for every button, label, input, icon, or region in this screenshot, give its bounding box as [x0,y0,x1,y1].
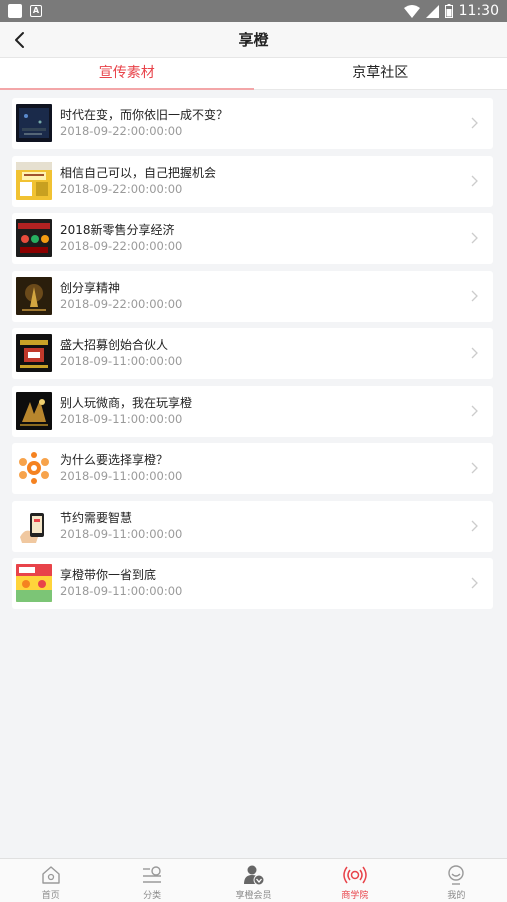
article-date: 2018-09-22:00:00:00 [60,296,183,311]
list-item[interactable]: 时代在变，而你依旧一成不变？ 2018-09-22:00:00:00 [12,98,493,149]
article-thumbnail [16,161,52,200]
chevron-right-icon [471,232,478,244]
article-date: 2018-09-11:00:00:00 [60,584,183,598]
article-title: 2018新零售分享经济 [60,223,175,237]
article-date: 2018-09-11:00:00:00 [60,411,183,426]
home-icon [42,866,60,884]
article-title: 为什么要选择享橙？ [60,453,169,467]
article-thumbnail [16,564,52,602]
app-notification-icon: A [30,5,42,17]
tabbar-item-category[interactable]: 分类 [101,859,202,902]
tabbar-item-profile[interactable]: 我的 [406,859,507,902]
article-title: 时代在变，而你依旧一成不变？ [60,108,229,122]
bottom-tab-bar: 首页 分类 享橙会员 商学院 我的 [0,858,507,902]
broadcast-icon [343,866,367,884]
article-list: 时代在变，而你依旧一成不变？ 2018-09-22:00:00:00 相信自己可… [12,98,493,616]
chevron-right-icon [471,577,478,589]
list-item[interactable]: 相信自己可以，自己把握机会 2018-09-22:00:00:00 [12,155,493,207]
list-item[interactable]: 别人玩微商，我在玩享橙 2018-09-11:00:00:00 [12,385,493,437]
battery-icon [444,4,453,18]
tab-community[interactable]: 京草社区 [254,58,507,89]
tabbar-label: 享橙会员 [235,891,272,901]
chevron-right-icon [471,405,478,416]
article-date: 2018-09-11:00:00:00 [60,526,183,541]
tabbar-label: 我的 [447,891,466,901]
clock-time: 11:30 [458,3,499,19]
list-item[interactable]: 享橙带你一省到底 2018-09-11:00:00:00 [12,558,493,609]
tab-promo-materials[interactable]: 宣传素材 [0,58,254,90]
status-bar: A 11:30 [0,0,507,22]
list-item[interactable]: 节约需要智慧 2018-09-11:00:00:00 [12,500,493,552]
list-item[interactable]: 2018新零售分享经济 2018-09-22:00:00:00 [12,213,493,264]
chevron-right-icon [471,290,478,301]
status-indicators: 11:30 [403,2,499,20]
article-thumbnail [16,219,52,257]
article-thumbnail [16,449,52,487]
article-date: 2018-09-22:00:00:00 [60,124,183,138]
member-icon [243,865,265,886]
tabbar-item-academy[interactable]: 商学院 [304,859,405,902]
chevron-right-icon [471,520,478,531]
article-title: 享橙带你一省到底 [60,568,157,582]
article-date: 2018-09-22:00:00:00 [60,181,183,196]
article-date: 2018-09-22:00:00:00 [60,239,183,253]
article-title: 相信自己可以，自己把握机会 [60,165,217,180]
article-title: 节约需要智慧 [60,510,133,525]
list-item[interactable]: 创分享精神 2018-09-22:00:00:00 [12,270,493,322]
list-item[interactable]: 为什么要选择享橙？ 2018-09-11:00:00:00 [12,443,493,494]
chevron-right-icon [471,462,478,474]
page-title: 享橙 [238,31,269,49]
chevron-right-icon [471,175,478,186]
tabbar-label: 分类 [143,891,162,901]
tabbar-item-home[interactable]: 首页 [0,859,101,902]
article-thumbnail [16,506,52,545]
category-icon [143,866,162,883]
profile-icon [448,865,465,885]
tabbar-label: 首页 [41,891,60,901]
list-item[interactable]: 盛大招募创始合伙人 2018-09-11:00:00:00 [12,328,493,379]
signal-icon [425,4,439,18]
chevron-right-icon [471,117,478,129]
notification-icon [8,4,22,18]
tabbar-item-member[interactable]: 享橙会员 [203,859,304,902]
nav-bar: 享橙 [0,22,507,58]
article-title: 别人玩微商，我在玩享橙 [60,395,193,410]
article-date: 2018-09-11:00:00:00 [60,469,183,483]
article-thumbnail [16,104,52,142]
article-title: 创分享精神 [60,280,121,295]
article-thumbnail [16,276,52,315]
tab-bar: 宣传素材 京草社区 [0,58,507,90]
article-thumbnail [16,391,52,430]
article-title: 盛大招募创始合伙人 [60,338,169,352]
tabbar-label: 商学院 [341,891,369,901]
chevron-right-icon [471,347,478,359]
article-thumbnail [16,334,52,372]
wifi-icon [403,4,420,18]
article-date: 2018-09-11:00:00:00 [60,354,183,368]
